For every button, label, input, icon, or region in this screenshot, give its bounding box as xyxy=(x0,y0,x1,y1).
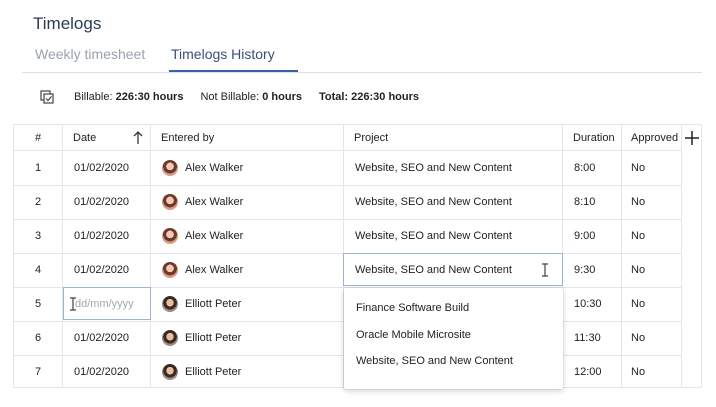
avatar xyxy=(162,296,178,312)
duration-cell[interactable]: 11:30 xyxy=(563,321,601,355)
approved-cell[interactable]: No xyxy=(622,151,645,185)
project-dropdown: Finance Software Build Oracle Mobile Mic… xyxy=(344,288,563,389)
avatar xyxy=(162,194,178,210)
plus-icon[interactable] xyxy=(683,129,701,147)
dropdown-option-oracle-mobile-microsite[interactable]: Oracle Mobile Microsite xyxy=(356,329,471,341)
duration-cell[interactable]: 9:00 xyxy=(563,219,595,253)
project-editor-value: Website, SEO and New Content xyxy=(355,263,512,276)
not-billable-summary: Not Billable: 0 hours xyxy=(200,91,302,103)
entered-by-cell[interactable]: Alex Walker xyxy=(151,219,243,253)
project-cell[interactable]: Website, SEO and New Content xyxy=(344,151,512,185)
billable-summary: Billable: 226:30 hours xyxy=(74,91,184,103)
entered-by-cell[interactable]: Elliott Peter xyxy=(151,355,241,389)
date-cell[interactable]: 01/02/2020 xyxy=(63,253,129,287)
column-header-entered-by[interactable]: Entered by xyxy=(151,125,344,151)
avatar xyxy=(162,228,178,244)
row-number: 6 xyxy=(34,332,42,344)
timelogs-table: # Date Entered by Project Duration Appro… xyxy=(13,124,702,389)
copy-select-icon[interactable] xyxy=(40,90,54,104)
date-cell[interactable]: 01/02/2020 xyxy=(63,151,129,185)
row-number: 5 xyxy=(34,298,42,310)
approved-cell[interactable]: No xyxy=(622,219,645,253)
entered-by-cell[interactable]: Elliott Peter xyxy=(151,287,241,321)
column-header-duration[interactable]: Duration xyxy=(563,125,622,151)
row-number: 2 xyxy=(34,196,42,208)
total-summary: Total: 226:30 hours xyxy=(318,91,420,103)
column-header-approved[interactable]: Approved xyxy=(622,125,682,151)
tab-timelogs-history[interactable]: Timelogs History xyxy=(171,46,275,62)
project-cell[interactable]: Website, SEO and New Content xyxy=(344,219,512,253)
date-cell[interactable]: 01/02/2020 xyxy=(63,219,129,253)
date-cell[interactable]: 01/02/2020 xyxy=(63,321,129,355)
arrow-up-icon[interactable] xyxy=(132,131,144,145)
entered-by-cell[interactable]: Elliott Peter xyxy=(151,321,241,355)
entered-by-cell[interactable]: Alex Walker xyxy=(151,185,243,219)
dropdown-option-website-seo[interactable]: Website, SEO and New Content xyxy=(356,355,513,367)
date-cell[interactable]: 01/02/2020 xyxy=(63,355,129,389)
active-tab-indicator xyxy=(169,70,298,72)
avatar xyxy=(162,160,178,176)
tab-weekly-timesheet[interactable]: Weekly timesheet xyxy=(35,46,145,62)
row-number: 7 xyxy=(34,366,42,378)
duration-cell[interactable]: 12:00 xyxy=(563,355,602,389)
approved-cell[interactable]: No xyxy=(622,185,645,219)
column-header-project[interactable]: Project xyxy=(344,125,563,151)
row-number: 4 xyxy=(34,264,42,276)
approved-cell[interactable]: No xyxy=(622,355,645,389)
approved-cell[interactable]: No xyxy=(622,321,645,355)
dropdown-option-finance-software-build[interactable]: Finance Software Build xyxy=(356,302,469,314)
project-editor-input[interactable]: Website, SEO and New Content xyxy=(343,253,563,286)
row-number: 3 xyxy=(34,230,42,242)
row-number: 1 xyxy=(34,162,42,174)
date-placeholder: dd/mm/yyyy xyxy=(75,297,134,310)
column-header-num[interactable]: # xyxy=(14,125,63,151)
duration-cell[interactable]: 10:30 xyxy=(563,287,602,321)
entered-by-cell[interactable]: Alex Walker xyxy=(151,253,243,287)
date-editor-input[interactable]: dd/mm/yyyy xyxy=(63,287,151,320)
approved-cell[interactable]: No xyxy=(622,287,645,321)
project-cell[interactable]: Website, SEO and New Content xyxy=(344,185,512,219)
duration-cell[interactable]: 8:00 xyxy=(563,151,595,185)
page-title: Timelogs xyxy=(33,14,102,33)
approved-cell[interactable]: No xyxy=(622,253,645,287)
text-cursor-icon xyxy=(542,263,548,277)
date-cell[interactable]: 01/02/2020 xyxy=(63,185,129,219)
column-divider xyxy=(681,125,682,387)
summary-bar: Billable: 226:30 hours Not Billable: 0 h… xyxy=(40,89,436,105)
duration-cell[interactable]: 8:10 xyxy=(563,185,595,219)
avatar xyxy=(162,364,178,380)
avatar xyxy=(162,330,178,346)
text-cursor-icon xyxy=(70,297,76,311)
duration-cell[interactable]: 9:30 xyxy=(563,253,595,287)
tab-bar: Weekly timesheet Timelogs History xyxy=(22,44,702,73)
avatar xyxy=(162,262,178,278)
entered-by-cell[interactable]: Alex Walker xyxy=(151,151,243,185)
